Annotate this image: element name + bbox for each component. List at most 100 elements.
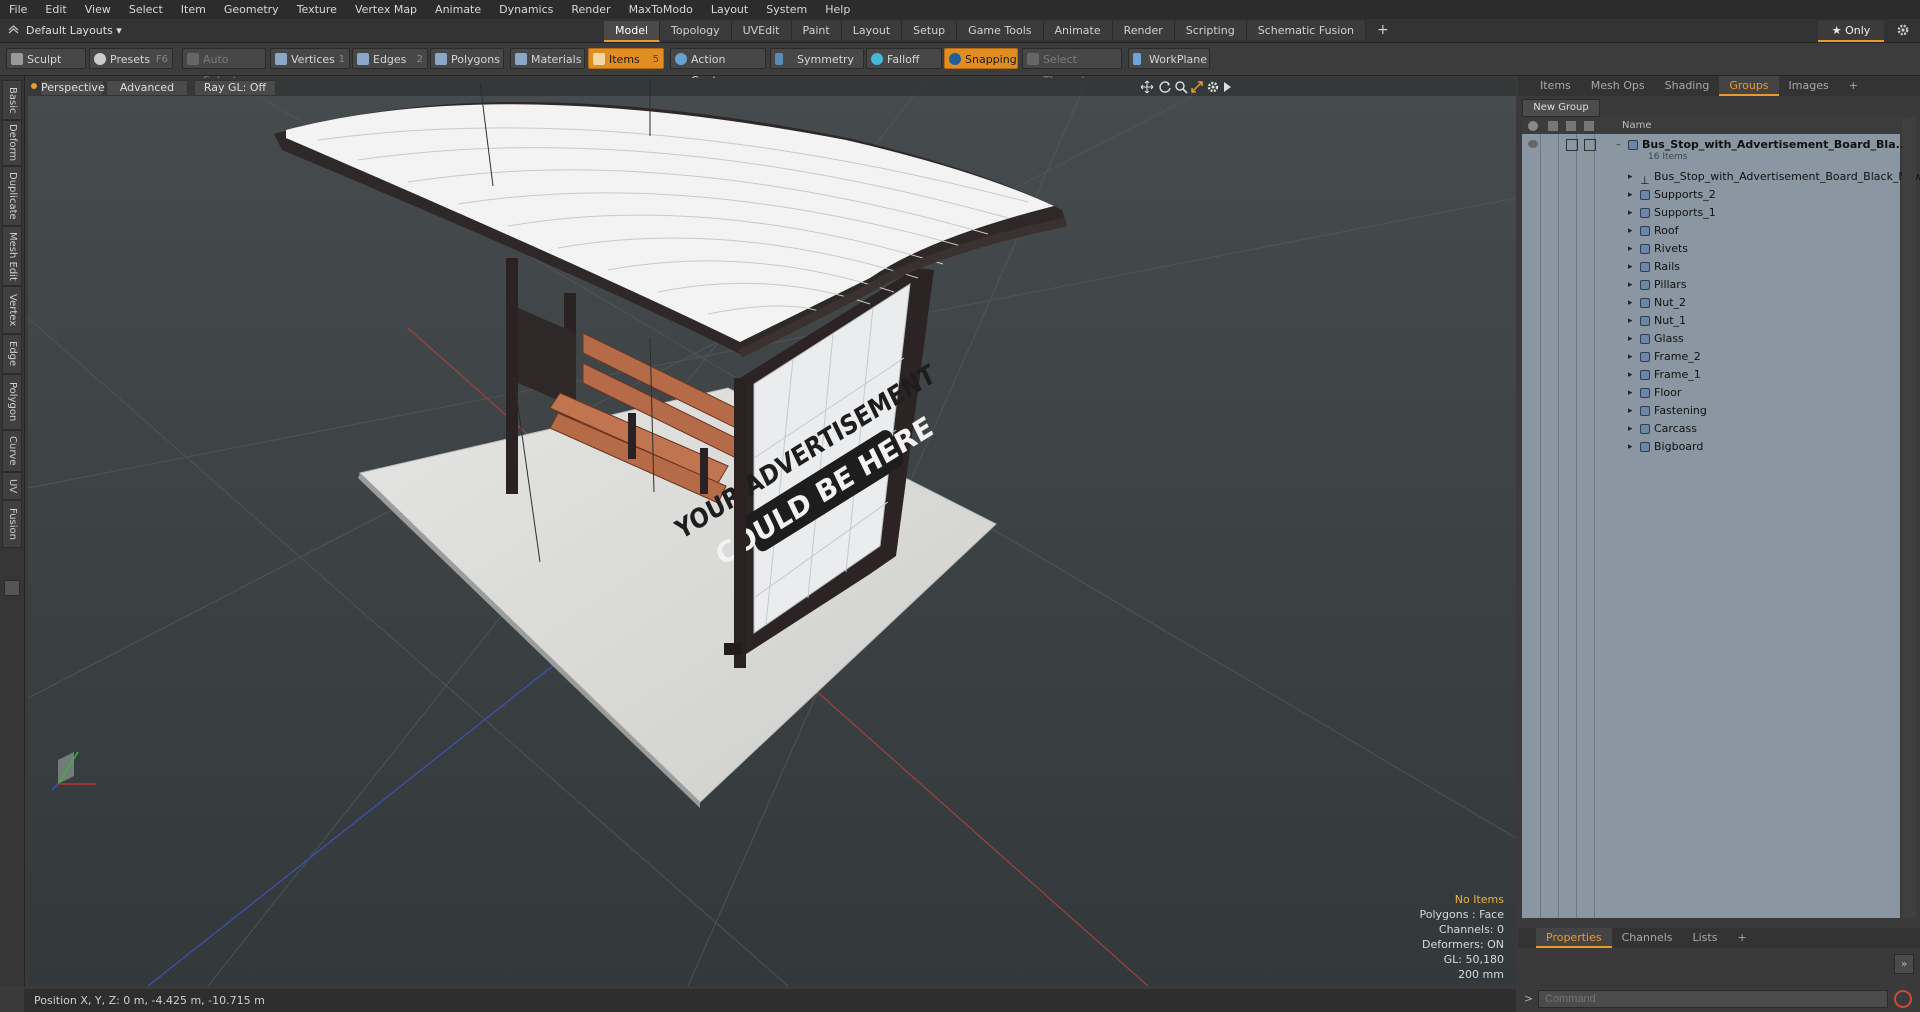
expand-icon[interactable]: ▸ (1628, 222, 1633, 240)
tab-deform[interactable]: Deform (2, 120, 22, 166)
maximize-icon[interactable] (1190, 80, 1204, 94)
list-item[interactable]: ▸ Pillars (1522, 276, 1900, 294)
expand-icon[interactable]: ▸ (1628, 348, 1633, 366)
list-item[interactable]: ▸ Nut_1 (1522, 312, 1900, 330)
list-item[interactable]: ▸ Carcass (1522, 420, 1900, 438)
list-item[interactable]: ▸ Frame_1 (1522, 366, 1900, 384)
only-button[interactable]: ★ Only (1818, 21, 1884, 42)
list-item[interactable]: ▸ Fastening (1522, 402, 1900, 420)
eye-icon[interactable] (1528, 121, 1538, 131)
expand-icon[interactable]: ▸ (1628, 384, 1633, 402)
list-item[interactable]: ▸ Floor (1522, 384, 1900, 402)
list-item[interactable]: ▸ Bigboard (1522, 438, 1900, 456)
polygons-button[interactable]: Polygons (430, 48, 504, 69)
menu-vertex-map[interactable]: Vertex Map (346, 0, 426, 19)
list-item[interactable]: ▸ Frame_2 (1522, 348, 1900, 366)
menu-system[interactable]: System (757, 0, 816, 19)
tab-mesh-ops[interactable]: Mesh Ops (1581, 76, 1655, 96)
presets-button[interactable]: Presets F6 (89, 48, 173, 69)
zoom-icon[interactable] (1174, 80, 1188, 94)
list-item[interactable]: ▸ Nut_2 (1522, 294, 1900, 312)
list-item[interactable]: ▸ Rails (1522, 258, 1900, 276)
expand-icon[interactable]: ▸ (1628, 258, 1633, 276)
select-icon[interactable] (1584, 121, 1594, 131)
list-item[interactable]: ▸ Glass (1522, 330, 1900, 348)
add-tab-button[interactable]: + (1366, 21, 1400, 40)
command-input[interactable] (1538, 990, 1888, 1008)
layout-menu-icon[interactable] (8, 24, 19, 35)
tab-scripting[interactable]: Scripting (1174, 21, 1247, 40)
render-icon[interactable] (1548, 121, 1558, 131)
gear-icon[interactable] (1896, 23, 1910, 37)
tab-properties[interactable]: Properties (1536, 928, 1612, 948)
tab-curve[interactable]: Curve (2, 430, 22, 472)
layout-selector[interactable]: Default Layouts ▾ (26, 22, 156, 39)
list-scrollbar[interactable] (1902, 118, 1916, 918)
pan-icon[interactable] (1140, 80, 1154, 94)
expand-icon[interactable] (4, 580, 20, 596)
menu-item[interactable]: Item (172, 0, 215, 19)
list-item[interactable]: ▸ Rivets (1522, 240, 1900, 258)
tab-items[interactable]: Items (1518, 76, 1581, 96)
list-item[interactable]: ▸ Roof (1522, 222, 1900, 240)
tab-polygon[interactable]: Polygon (2, 374, 22, 430)
list-item[interactable]: ▸ ⊥ Bus_Stop_with_Advertisement_Board_Blac… (1522, 168, 1920, 187)
vertices-button[interactable]: Vertices 1 (270, 48, 350, 69)
select-checkbox[interactable] (1584, 139, 1596, 151)
record-icon[interactable] (1894, 990, 1912, 1008)
expand-icon[interactable]: ▸ (1628, 402, 1633, 420)
tab-channels[interactable]: Channels (1612, 928, 1683, 948)
settings-icon[interactable] (1206, 80, 1220, 94)
viewport-menu-icon[interactable] (31, 83, 37, 89)
add-properties-tab-button[interactable]: + (1727, 928, 1756, 948)
tab-animate[interactable]: Animate (1043, 21, 1113, 40)
expand-icon[interactable]: ▸ (1628, 294, 1633, 312)
raygl-dropdown[interactable]: Ray GL: Off (194, 80, 276, 96)
shading-dropdown[interactable]: Advanced (106, 80, 188, 96)
visibility-eye-icon[interactable] (1528, 140, 1538, 148)
expand-icon[interactable]: ▸ (1628, 420, 1633, 438)
group-root-row[interactable]: – Bus_Stop_with_Advertisement_Board_Bla.… (1522, 136, 1908, 168)
menu-edit[interactable]: Edit (36, 0, 75, 19)
lock-checkbox[interactable] (1566, 139, 1578, 151)
tab-images[interactable]: Images (1779, 76, 1839, 96)
tab-duplicate[interactable]: Duplicate (2, 166, 22, 226)
menu-geometry[interactable]: Geometry (215, 0, 288, 19)
expand-icon[interactable]: ▸ (1628, 276, 1633, 294)
items-button[interactable]: Items 5 (588, 48, 664, 69)
menu-dynamics[interactable]: Dynamics (490, 0, 562, 19)
action-center-button[interactable]: Action Center (670, 48, 766, 87)
menu-layout[interactable]: Layout (702, 0, 757, 19)
rotate-icon[interactable] (1158, 80, 1172, 94)
falloff-button[interactable]: Falloff (866, 48, 942, 69)
play-icon[interactable] (1222, 81, 1232, 93)
expand-arrows-icon[interactable]: » (1894, 954, 1914, 974)
auto-select-button[interactable]: Auto Select (182, 48, 266, 87)
menu-animate[interactable]: Animate (426, 0, 490, 19)
expand-icon[interactable]: ▸ (1628, 438, 1633, 456)
menu-select[interactable]: Select (120, 0, 172, 19)
edges-button[interactable]: Edges 2 (352, 48, 428, 69)
list-item[interactable]: ▸ Supports_1 (1522, 204, 1900, 222)
menu-view[interactable]: View (76, 0, 120, 19)
new-group-button[interactable]: New Group (1522, 99, 1600, 117)
expand-icon[interactable]: ▸ (1628, 240, 1633, 258)
menu-help[interactable]: Help (816, 0, 859, 19)
tab-topology[interactable]: Topology (660, 21, 732, 40)
tab-mesh-edit[interactable]: Mesh Edit (2, 226, 22, 286)
tab-edge[interactable]: Edge (2, 334, 22, 374)
view-type-dropdown[interactable]: Perspective (40, 80, 105, 96)
menu-texture[interactable]: Texture (288, 0, 346, 19)
expand-icon[interactable]: ▸ (1628, 330, 1633, 348)
tab-uvedit[interactable]: UVEdit (731, 21, 792, 40)
expand-icon[interactable]: ▸ (1628, 168, 1633, 186)
snapping-button[interactable]: Snapping (944, 48, 1018, 69)
tab-setup[interactable]: Setup (902, 21, 958, 40)
lock-icon[interactable] (1566, 121, 1576, 131)
tab-basic[interactable]: Basic (2, 80, 22, 120)
collapse-icon[interactable]: – (1616, 136, 1621, 154)
expand-icon[interactable]: ▸ (1628, 186, 1633, 204)
tab-render[interactable]: Render (1112, 21, 1175, 40)
tab-groups[interactable]: Groups (1719, 76, 1779, 96)
tab-paint[interactable]: Paint (791, 21, 842, 40)
